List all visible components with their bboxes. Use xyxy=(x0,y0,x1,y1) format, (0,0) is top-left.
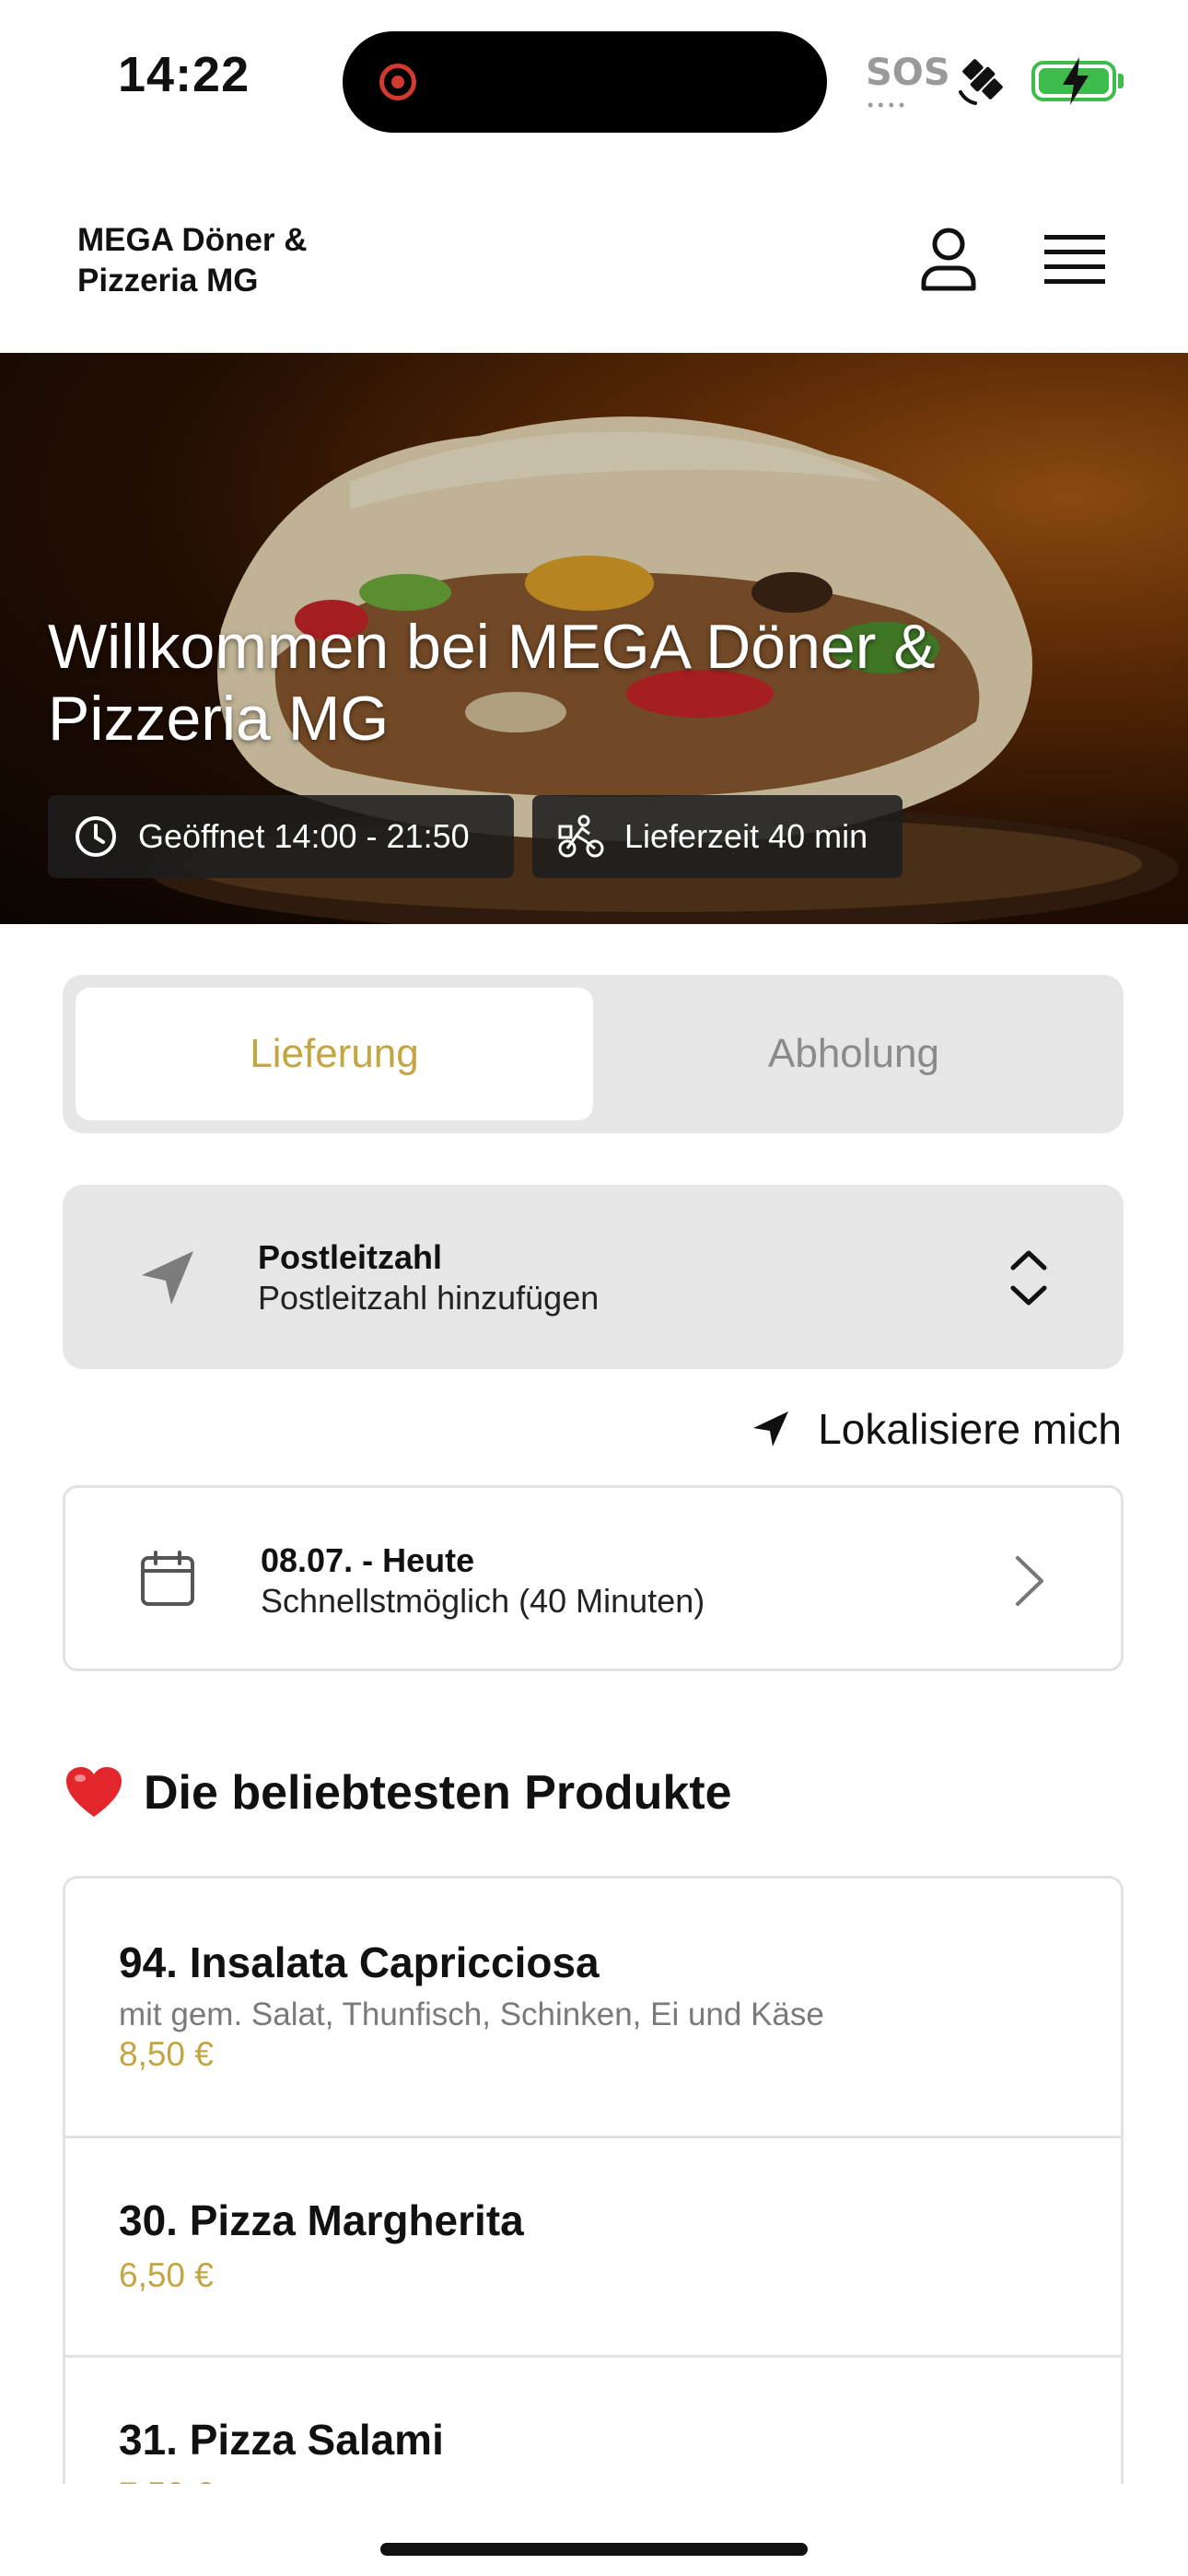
signal-dots-icon: •••• xyxy=(868,96,910,114)
delivery-time-chip: Lieferzeit 40 min xyxy=(532,795,903,878)
product-price: 7,50 € xyxy=(119,2476,214,2484)
chevron-up-down-icon xyxy=(1010,1250,1047,1306)
popular-products-heading: Die beliebtesten Produkte xyxy=(64,1765,732,1821)
popular-products-title: Die beliebtesten Produkte xyxy=(144,1766,732,1820)
hero-title: Willkommen bei MEGA Döner & Pizzeria MG xyxy=(48,612,936,754)
battery-cap xyxy=(1118,74,1124,88)
product-price: 8,50 € xyxy=(119,2035,214,2073)
schedule-date: 08.07. - Heute xyxy=(261,1541,475,1579)
product-name: 94. Insalata Capricciosa xyxy=(119,1938,600,1986)
dynamic-island xyxy=(343,31,827,133)
clock-icon xyxy=(76,816,116,857)
postal-code-label: Postleitzahl xyxy=(258,1238,443,1276)
location-arrow-icon xyxy=(142,1251,193,1305)
user-icon[interactable] xyxy=(919,226,978,292)
order-mode-toggle: Lieferung Abholung xyxy=(63,975,1124,1133)
heart-icon xyxy=(66,1767,122,1817)
location-arrow-icon xyxy=(753,1411,789,1446)
opening-hours-text: Geöffnet 14:00 - 21:50 xyxy=(138,817,470,855)
calendar-icon xyxy=(141,1551,194,1606)
sos-label: SOS xyxy=(866,52,950,94)
charging-bolt-icon xyxy=(1063,57,1089,105)
product-description: mit gem. Salat, Thunfisch, Schinken, Ei … xyxy=(119,1996,824,2032)
opening-hours-chip: Geöffnet 14:00 - 21:50 xyxy=(48,795,514,878)
tab-pickup[interactable]: Abholung xyxy=(595,988,1112,1120)
app-screen: 14:22 SOS •••• MEGA Döner & Pizzeria MG xyxy=(0,0,1188,2576)
status-bar: 14:22 SOS •••• xyxy=(0,0,1188,161)
locate-me-button[interactable]: Lokalisiere mich xyxy=(750,1397,1122,1461)
hero-banner: Willkommen bei MEGA Döner & Pizzeria MG … xyxy=(0,353,1188,924)
brand-name[interactable]: MEGA Döner & Pizzeria MG xyxy=(77,220,372,301)
locate-me-label: Lokalisiere mich xyxy=(818,1405,1122,1453)
product-item[interactable]: 94. Insalata Capricciosa mit gem. Salat,… xyxy=(65,1879,1121,2138)
product-price: 6,50 € xyxy=(119,2256,214,2294)
recording-indicator-icon xyxy=(379,64,416,100)
delivery-schedule-card[interactable]: 08.07. - Heute Schnellstmöglich (40 Minu… xyxy=(63,1485,1124,1671)
status-time: 14:22 xyxy=(118,47,250,102)
product-item[interactable]: 30. Pizza Margherita 6,50 € xyxy=(65,2138,1121,2358)
product-name: 31. Pizza Salami xyxy=(119,2416,444,2464)
product-list: 94. Insalata Capricciosa mit gem. Salat,… xyxy=(63,1876,1124,2484)
hamburger-menu-icon[interactable] xyxy=(1044,233,1105,285)
product-item[interactable]: 31. Pizza Salami 7,50 € xyxy=(65,2358,1121,2484)
postal-code-selector[interactable]: Postleitzahl Postleitzahl hinzufügen xyxy=(63,1185,1124,1369)
schedule-time: Schnellstmöglich (40 Minuten) xyxy=(261,1582,705,1620)
tab-delivery[interactable]: Lieferung xyxy=(76,988,593,1120)
satellite-icon xyxy=(959,59,1003,105)
home-indicator[interactable] xyxy=(380,2543,808,2556)
app-header: MEGA Döner & Pizzeria MG xyxy=(0,161,1188,353)
product-name: 30. Pizza Margherita xyxy=(119,2196,524,2244)
bicycle-courier-icon xyxy=(558,814,604,858)
delivery-time-text: Lieferzeit 40 min xyxy=(624,817,868,855)
postal-code-placeholder: Postleitzahl hinzufügen xyxy=(258,1279,600,1317)
chevron-right-icon xyxy=(1016,1556,1043,1606)
